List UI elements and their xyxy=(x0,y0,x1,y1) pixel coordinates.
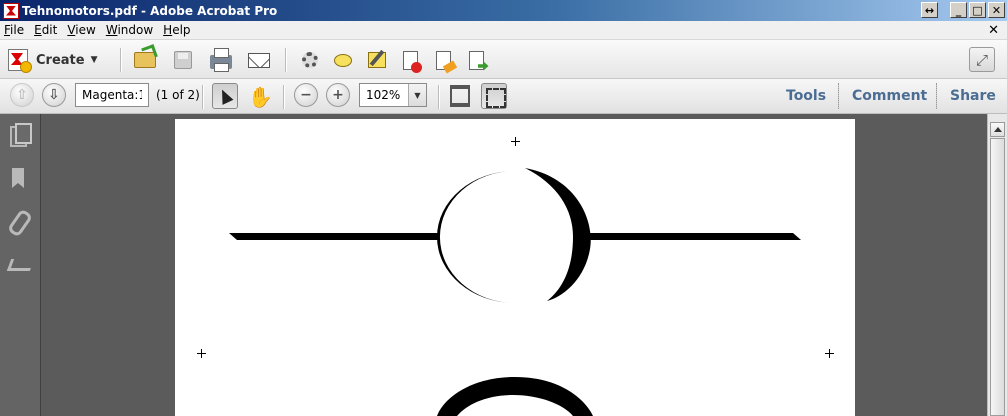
signatures-icon[interactable] xyxy=(8,252,30,276)
toolbar-divider xyxy=(285,48,286,72)
scroll-up-arrow-icon[interactable] xyxy=(990,122,1005,137)
export-document-icon[interactable] xyxy=(463,47,489,73)
print-icon[interactable] xyxy=(208,47,234,73)
menu-view[interactable]: View xyxy=(67,23,95,37)
acrobat-app-icon[interactable] xyxy=(3,2,19,19)
toolbar-divider xyxy=(283,85,284,109)
bookmarks-icon[interactable] xyxy=(8,166,30,190)
maximize-button[interactable]: □ xyxy=(969,2,986,18)
menu-bar: File Edit View Window Help ✕ xyxy=(0,21,1007,40)
cursor-arrow-icon xyxy=(216,87,234,105)
vertical-scrollbar[interactable] xyxy=(987,114,1007,416)
save-icon[interactable] xyxy=(170,47,196,73)
scrollbar-thumb[interactable] xyxy=(990,138,1005,416)
pdf-page[interactable] xyxy=(175,119,855,416)
main-toolbar: Create ▼ xyxy=(0,40,1007,79)
title-bar: Tehnomotors.pdf - Adobe Acrobat Pro ↔ _ … xyxy=(0,0,1007,21)
create-label: Create xyxy=(36,52,85,68)
delete-page-icon[interactable] xyxy=(397,47,423,73)
fullscreen-button[interactable]: ⤢ xyxy=(969,47,995,72)
menu-window[interactable]: Window xyxy=(106,23,153,37)
previous-page-icon[interactable]: ⇧ xyxy=(10,83,34,107)
fit-page-icon[interactable] xyxy=(450,85,470,107)
highlight-text-icon[interactable] xyxy=(364,47,390,73)
navigation-pane xyxy=(0,114,41,416)
toolbar-divider xyxy=(438,85,439,109)
hand-tool-icon[interactable]: ✋ xyxy=(248,85,273,109)
next-page-icon[interactable]: ⇩ xyxy=(42,83,66,107)
panel-divider xyxy=(838,83,839,109)
page-count-label: (1 of 2) xyxy=(156,88,200,102)
menu-edit[interactable]: Edit xyxy=(34,23,57,37)
toolbar-divider xyxy=(202,85,203,109)
document-view[interactable] xyxy=(41,114,987,416)
toolbar-divider xyxy=(120,48,121,72)
logo-artwork xyxy=(229,168,801,416)
edit-document-icon[interactable] xyxy=(430,47,456,73)
share-pane-link[interactable]: Share xyxy=(950,88,996,104)
zoom-level-select[interactable]: 102% ▼ xyxy=(359,83,427,107)
create-button[interactable]: Create ▼ xyxy=(8,47,98,73)
page-number-input[interactable] xyxy=(75,83,149,107)
attachments-icon[interactable] xyxy=(8,209,30,233)
create-pdf-icon xyxy=(8,49,32,73)
tools-pane-link[interactable]: Tools xyxy=(786,88,826,104)
window-title: Tehnomotors.pdf - Adobe Acrobat Pro xyxy=(22,3,278,18)
gear-icon[interactable] xyxy=(297,47,323,73)
zoom-out-icon[interactable]: − xyxy=(294,83,318,107)
comment-bubble-icon[interactable] xyxy=(330,47,356,73)
comment-pane-link[interactable]: Comment xyxy=(852,88,927,104)
zoom-value: 102% xyxy=(366,88,401,102)
close-button[interactable]: ✕ xyxy=(988,2,1005,18)
close-document-icon[interactable]: ✕ xyxy=(988,23,999,38)
zoom-in-icon[interactable]: + xyxy=(326,83,350,107)
menu-file[interactable]: File xyxy=(4,23,24,37)
page-thumbnails-icon[interactable] xyxy=(8,123,32,147)
panel-divider xyxy=(936,83,937,109)
select-tool-button[interactable] xyxy=(212,83,238,109)
fit-width-icon[interactable] xyxy=(481,83,507,109)
resize-arrows-icon[interactable]: ↔ xyxy=(921,2,938,18)
minimize-button[interactable]: _ xyxy=(950,2,967,18)
open-folder-icon[interactable] xyxy=(132,47,158,73)
zoom-dropdown-arrow-icon[interactable]: ▼ xyxy=(408,84,426,106)
navigation-toolbar: ⇧ ⇩ (1 of 2) ✋ − + 102% ▼ Tools Comment … xyxy=(0,79,1007,114)
chevron-down-icon: ▼ xyxy=(90,55,98,65)
email-icon[interactable] xyxy=(246,47,272,73)
menu-help[interactable]: Help xyxy=(163,23,190,37)
window-controls: ↔ _ □ ✕ xyxy=(921,2,1005,18)
